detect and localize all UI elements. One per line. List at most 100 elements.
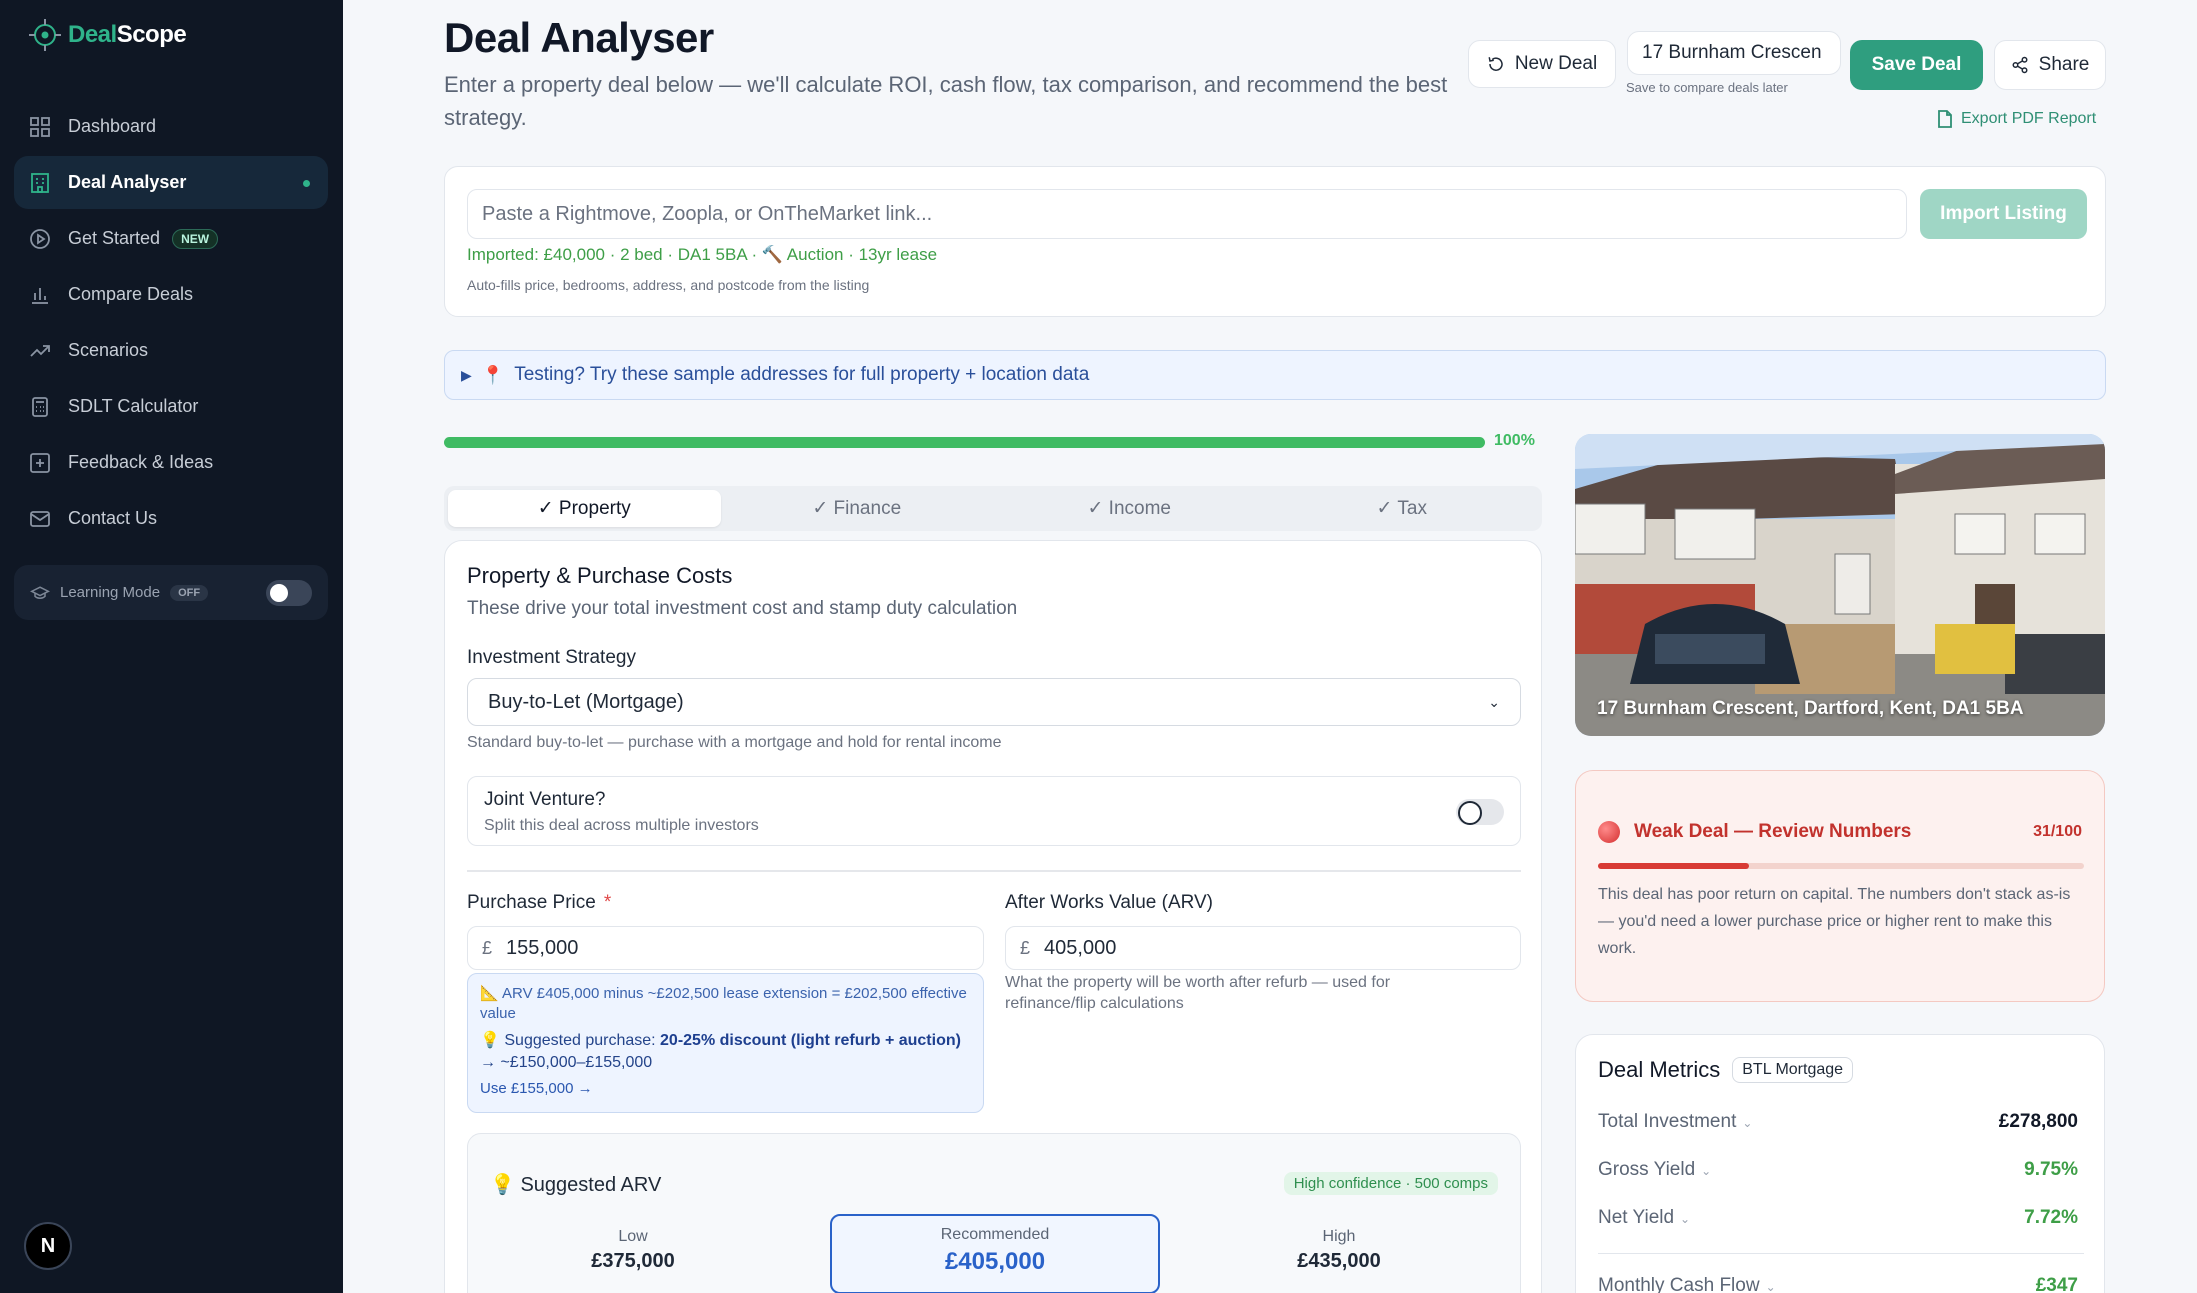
- import-listing-card: Paste a Rightmove, Zoopla, or OnTheMarke…: [444, 166, 2106, 317]
- sidebar-item-contact[interactable]: Contact Us: [14, 492, 328, 545]
- section-subtitle: These drive your total investment cost a…: [467, 598, 1018, 619]
- strategy-badge: BTL Mortgage: [1732, 1057, 1854, 1083]
- tab-income[interactable]: ✓ Income: [993, 490, 1266, 527]
- sample-addresses-toggle[interactable]: ▶ 📍 Testing? Try these sample addresses …: [444, 350, 2106, 400]
- sidebar-item-scenarios[interactable]: Scenarios: [14, 324, 328, 377]
- arv-high-option[interactable]: High £435,000: [1174, 1214, 1504, 1293]
- bar-chart-icon: [32, 287, 48, 304]
- app-logo[interactable]: DealScope: [28, 18, 187, 52]
- sidebar-item-label: Contact Us: [68, 508, 158, 528]
- sidebar-item-dashboard[interactable]: Dashboard: [14, 100, 328, 153]
- metric-total-investment[interactable]: Total Investment ⌄ £278,800: [1598, 1111, 2078, 1133]
- document-icon: [1938, 110, 1952, 128]
- expand-triangle-icon: ▶: [461, 366, 472, 383]
- divider: [467, 870, 1521, 872]
- calculator-icon: [32, 396, 48, 417]
- page-subtitle: Enter a property deal below — we'll calc…: [444, 72, 1448, 130]
- arv-hint: What the property will be worth after re…: [1005, 974, 1391, 1012]
- strategy-label: Investment Strategy: [467, 647, 636, 668]
- import-hint: Auto-fills price, bedrooms, address, and…: [467, 277, 870, 293]
- progress-fill: [444, 437, 1485, 448]
- tab-finance[interactable]: ✓ Finance: [721, 490, 994, 527]
- chevron-down-icon: ⌄: [1765, 1280, 1776, 1293]
- strategy-select[interactable]: Buy-to-Let (Mortgage) ⌄: [467, 678, 1521, 726]
- new-deal-button[interactable]: New Deal: [1468, 40, 1616, 88]
- tab-tax[interactable]: ✓ Tax: [1266, 490, 1539, 527]
- currency-symbol: £: [1020, 937, 1031, 958]
- metric-monthly-cash-flow[interactable]: Monthly Cash Flow ⌄ £347: [1598, 1275, 2078, 1293]
- share-button[interactable]: Share: [1994, 40, 2106, 90]
- sample-addresses-label: Testing? Try these sample addresses for …: [514, 364, 1090, 385]
- imported-summary: Imported: £40,000 · 2 bed · DA1 5BA · 🔨 …: [467, 245, 938, 264]
- deal-name-input[interactable]: 17 Burnham Crescen: [1627, 31, 1841, 75]
- purchase-price-label: Purchase Price *: [467, 892, 612, 913]
- progress-bar: [444, 437, 1485, 448]
- save-deal-button[interactable]: Save Deal: [1850, 40, 1983, 90]
- suggested-arv-title: 💡 Suggested ARV: [490, 1174, 662, 1196]
- feedback-icon: [30, 452, 50, 473]
- graduation-cap-icon: [30, 585, 50, 599]
- sidebar-item-deal-analyser[interactable]: Deal Analyser: [14, 156, 328, 209]
- export-pdf-link[interactable]: Export PDF Report: [1937, 110, 2096, 128]
- currency-symbol: £: [482, 937, 493, 958]
- form-tabs: ✓ Property ✓ Finance ✓ Income ✓ Tax: [444, 486, 1542, 531]
- new-badge: NEW: [172, 228, 219, 249]
- trend-icon: [30, 344, 50, 357]
- avatar[interactable]: N: [24, 1222, 72, 1270]
- learning-mode-label: Learning Mode: [60, 584, 161, 601]
- sidebar-item-label: Scenarios: [68, 340, 149, 360]
- sidebar: DealScope Dashboard Deal Analyser Get St…: [0, 0, 343, 1293]
- main-content: Deal Analyser Enter a property deal belo…: [343, 0, 2197, 1293]
- divider: [1598, 1253, 2084, 1254]
- learning-mode-toggle[interactable]: [266, 579, 312, 606]
- deal-score-description: This deal has poor return on capital. Th…: [1598, 886, 2071, 957]
- metric-gross-yield[interactable]: Gross Yield ⌄ 9.75%: [1598, 1159, 2078, 1181]
- jv-subtitle: Split this deal across multiple investor…: [484, 817, 759, 834]
- joint-venture-row: Joint Venture? Split this deal across mu…: [467, 776, 1521, 846]
- joint-venture-toggle[interactable]: [1456, 799, 1504, 825]
- sidebar-item-label: Feedback & Ideas: [68, 452, 214, 472]
- sidebar-item-label: Get Started: [68, 228, 161, 248]
- sidebar-item-get-started[interactable]: Get Started NEW: [14, 212, 328, 265]
- sidebar-item-label: Compare Deals: [68, 284, 194, 304]
- suggested-arv-card: 💡 Suggested ARV High confidence · 500 co…: [467, 1133, 1521, 1293]
- deal-score-card: Weak Deal — Review Numbers 31/100 This d…: [1575, 770, 2105, 1002]
- crosshair-logo-icon: [29, 19, 61, 51]
- sidebar-item-compare-deals[interactable]: Compare Deals: [14, 268, 328, 321]
- listing-url-input[interactable]: Paste a Rightmove, Zoopla, or OnTheMarke…: [467, 189, 1907, 239]
- arv-calculation-note: 📐 ARV £405,000 minus ~£202,500 lease ext…: [480, 985, 967, 1022]
- play-icon: [30, 228, 50, 249]
- sidebar-item-label: Dashboard: [68, 116, 157, 136]
- red-status-dot-icon: [1598, 821, 1620, 843]
- house-photo-image: [1575, 434, 2105, 736]
- arv-label: After Works Value (ARV): [1005, 892, 1214, 913]
- use-suggested-price-link[interactable]: Use £155,000 →: [480, 1080, 971, 1097]
- deal-score-fill: [1598, 863, 1749, 869]
- mail-icon: [30, 510, 50, 527]
- learning-mode-panel: Learning Mode OFF: [14, 565, 328, 620]
- share-icon: [2012, 56, 2028, 74]
- purchase-price-input[interactable]: £ 155,000: [467, 926, 984, 970]
- app-name: DealScope: [68, 21, 187, 48]
- import-listing-button[interactable]: Import Listing: [1920, 189, 2087, 239]
- sidebar-item-label: Deal Analyser: [68, 172, 187, 192]
- deal-metrics-card: Deal Metrics BTL Mortgage Total Investme…: [1575, 1034, 2105, 1293]
- property-address-caption: 17 Burnham Crescent, Dartford, Kent, DA1…: [1597, 698, 2024, 719]
- sidebar-item-feedback[interactable]: Feedback & Ideas: [14, 436, 328, 489]
- strategy-hint: Standard buy-to-let — purchase with a mo…: [467, 734, 1002, 751]
- property-form-card: Property & Purchase Costs These drive yo…: [444, 540, 1542, 1293]
- arv-recommended-option[interactable]: Recommended £405,000: [830, 1214, 1160, 1293]
- chevron-down-icon: ⌄: [1488, 693, 1500, 710]
- progress-label: 100%: [1494, 432, 1535, 449]
- arv-low-option[interactable]: Low £375,000: [468, 1214, 798, 1293]
- deal-metrics-title: Deal Metrics BTL Mortgage: [1598, 1057, 1854, 1083]
- arv-input[interactable]: £ 405,000: [1005, 926, 1521, 970]
- page-title: Deal Analyser: [444, 14, 714, 61]
- building-icon: [31, 172, 49, 193]
- refresh-icon: [1488, 57, 1503, 71]
- sidebar-item-sdlt-calculator[interactable]: SDLT Calculator: [14, 380, 328, 433]
- tab-property[interactable]: ✓ Property: [448, 490, 721, 527]
- metric-net-yield[interactable]: Net Yield ⌄ 7.72%: [1598, 1207, 2078, 1229]
- sidebar-item-label: SDLT Calculator: [68, 396, 199, 416]
- chevron-down-icon: ⌄: [1742, 1116, 1753, 1130]
